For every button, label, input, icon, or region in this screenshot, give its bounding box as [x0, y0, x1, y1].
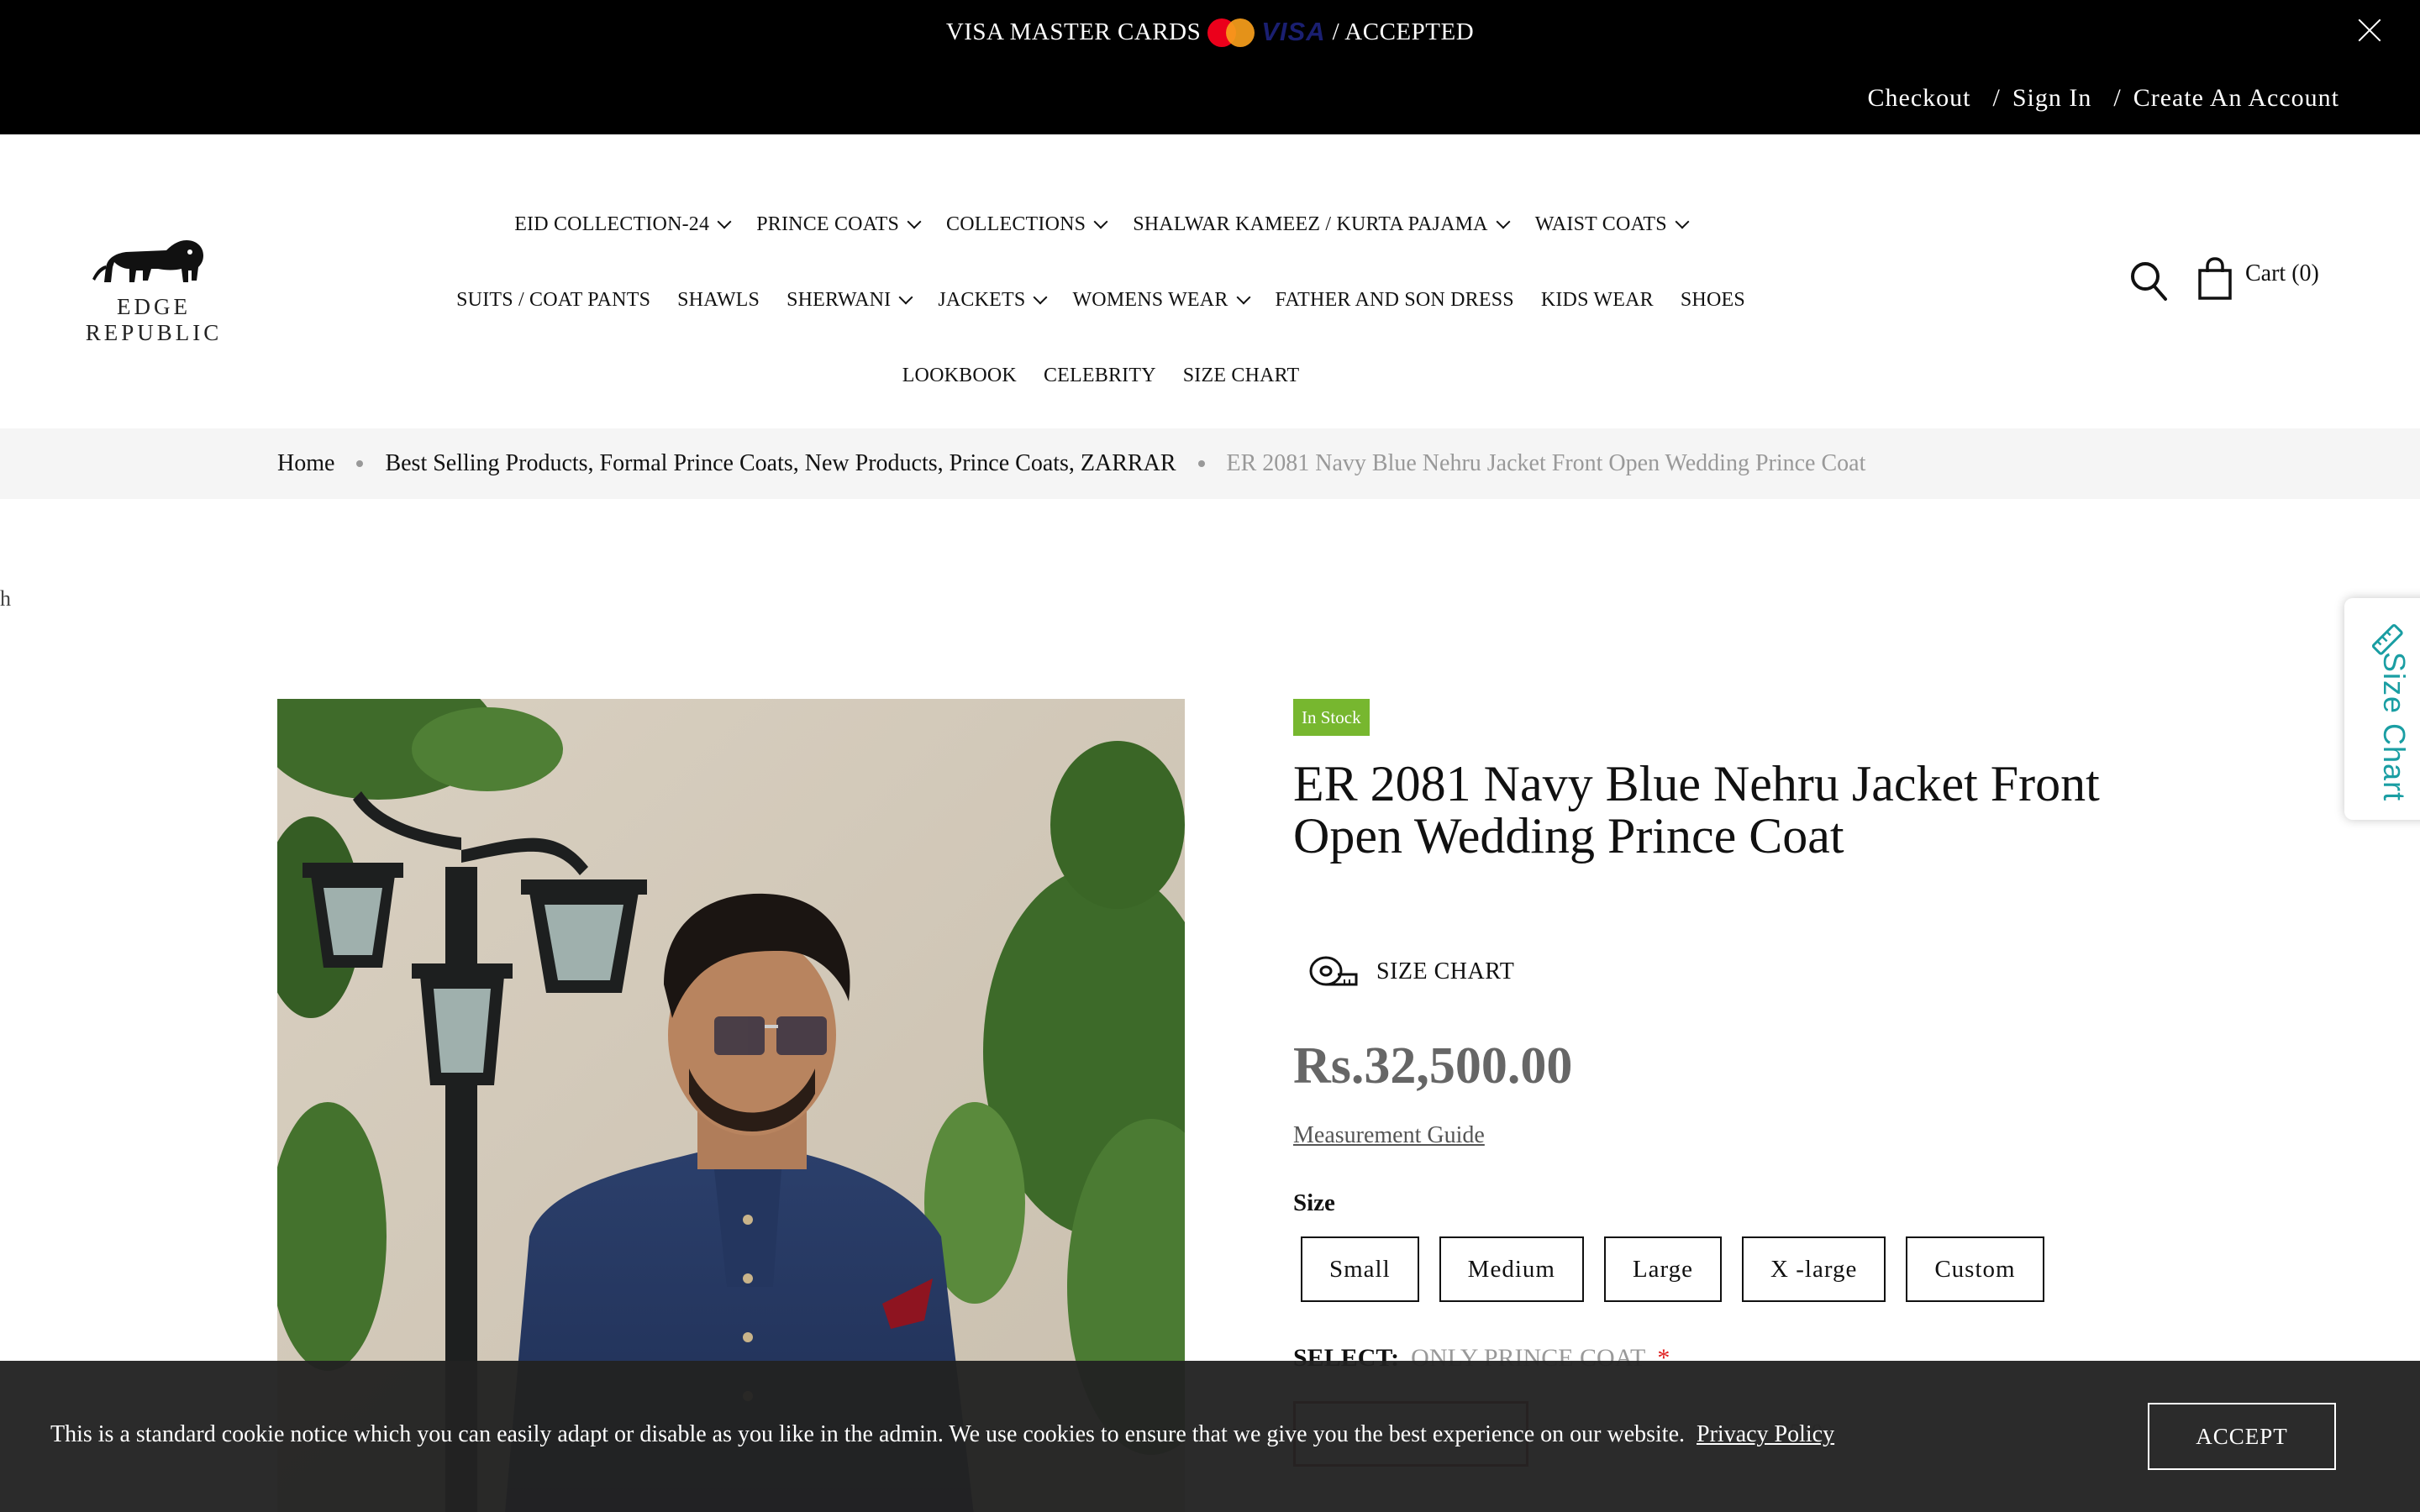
- mastercard-icon: [1207, 17, 1255, 47]
- nav-label: EID COLLECTION-24: [514, 213, 710, 235]
- chevron-down-icon: [717, 214, 732, 229]
- nav-item-kids-wear[interactable]: KIDS WEAR: [1541, 289, 1654, 312]
- nav-label: CELEBRITY: [1043, 364, 1156, 386]
- nav-label: SHALWAR KAMEEZ / KURTA PAJAMA: [1133, 213, 1488, 235]
- link-separator: /: [1992, 84, 2001, 112]
- breadcrumb-current: ER 2081 Navy Blue Nehru Jacket Front Ope…: [1226, 450, 1866, 476]
- visa-logo: VISA: [1261, 17, 1326, 46]
- nav-label: KIDS WEAR: [1540, 288, 1654, 311]
- breadcrumb-separator: [356, 460, 364, 467]
- size-options: Small Medium Large X -large Custom: [1301, 1236, 2044, 1302]
- nav-label: COLLECTIONS: [946, 213, 1086, 235]
- nav-item-celebrity[interactable]: CELEBRITY: [1044, 365, 1156, 387]
- cookie-notice: This is a standard cookie notice which y…: [0, 1361, 2420, 1512]
- measurement-guide-link[interactable]: Measurement Guide: [1293, 1122, 1485, 1149]
- nav-item-father-son-dress[interactable]: FATHER AND SON DRESS: [1276, 289, 1514, 312]
- nav-label: SUITS / COAT PANTS: [456, 288, 651, 311]
- cart-button[interactable]: Cart (0): [2196, 257, 2319, 301]
- chevron-down-icon: [1093, 214, 1108, 229]
- close-icon[interactable]: [2354, 15, 2385, 45]
- nav-label: SIZE CHART: [1182, 364, 1300, 386]
- nav-label: SHOES: [1680, 288, 1745, 311]
- link-separator: /: [2113, 84, 2122, 112]
- size-chart-button[interactable]: SIZE CHART: [1307, 951, 1514, 993]
- nav-item-prince-coats[interactable]: PRINCE COATS: [756, 213, 922, 236]
- nav-item-collections[interactable]: COLLECTIONS: [946, 213, 1108, 236]
- lion-logo: [92, 240, 203, 282]
- nav-label: JACKETS: [938, 288, 1026, 311]
- chevron-down-icon: [1675, 214, 1690, 229]
- nav-label: SHAWLS: [677, 288, 760, 311]
- nav-item-sherwani[interactable]: SHERWANI: [786, 288, 913, 312]
- nav-row-1: EID COLLECTION-24 PRINCE COATS COLLECTIO…: [420, 186, 1781, 262]
- nav-item-eid-collection[interactable]: EID COLLECTION-24: [514, 213, 732, 236]
- shopping-bag-icon: [2198, 257, 2232, 300]
- nav-item-shalwar-kameez[interactable]: SHALWAR KAMEEZ / KURTA PAJAMA: [1133, 213, 1511, 236]
- site-header: EDGE REPUBLIC EID COLLECTION-24 PRINCE C…: [0, 134, 2420, 428]
- chevron-down-icon: [1033, 290, 1048, 305]
- size-option-x-large[interactable]: X -large: [1742, 1236, 1886, 1302]
- nav-item-shawls[interactable]: SHAWLS: [677, 289, 760, 312]
- sign-in-link[interactable]: Sign In: [2012, 84, 2092, 113]
- size-option-custom[interactable]: Custom: [1906, 1236, 2044, 1302]
- checkout-link[interactable]: Checkout: [1868, 84, 1971, 113]
- nav-label: WOMENS WEAR: [1072, 288, 1228, 311]
- product-price: Rs.32,500.00: [1293, 1037, 1573, 1095]
- size-label: Size: [1293, 1189, 1335, 1216]
- payment-promo: VISA MASTER CARDS VISA / ACCEPTED: [0, 17, 2420, 47]
- measuring-tape-icon: [1309, 956, 1358, 986]
- breadcrumb-home[interactable]: Home: [277, 450, 334, 477]
- cart-label: Cart (0): [2245, 260, 2319, 286]
- chevron-down-icon: [1236, 290, 1251, 305]
- nav-label: FATHER AND SON DRESS: [1275, 288, 1514, 311]
- nav-label: PRINCE COATS: [756, 213, 899, 235]
- main-navigation: EID COLLECTION-24 PRINCE COATS COLLECTIO…: [420, 186, 1781, 413]
- nav-label: WAIST COATS: [1534, 213, 1667, 235]
- nav-label: SHERWANI: [786, 288, 892, 311]
- breadcrumb-categories[interactable]: Best Selling Products, Formal Prince Coa…: [385, 450, 1176, 477]
- nav-item-womens-wear[interactable]: WOMENS WEAR: [1072, 288, 1251, 312]
- promo-text-left: VISA MASTER CARDS: [945, 18, 1202, 45]
- size-chart-label: SIZE CHART: [1376, 958, 1515, 984]
- nav-label: LOOKBOOK: [902, 364, 1017, 386]
- nav-item-jackets[interactable]: JACKETS: [938, 288, 1048, 312]
- size-option-small[interactable]: Small: [1301, 1236, 1419, 1302]
- cookie-text: This is a standard cookie notice which y…: [50, 1421, 1686, 1447]
- breadcrumb-separator: [1197, 460, 1205, 467]
- stock-badge: In Stock: [1293, 699, 1370, 736]
- size-option-large[interactable]: Large: [1603, 1236, 1723, 1302]
- nav-item-lookbook[interactable]: LOOKBOOK: [902, 365, 1017, 387]
- nav-row-2: SUITS / COAT PANTS SHAWLS SHERWANI JACKE…: [420, 262, 1781, 338]
- top-announcement-bar: VISA MASTER CARDS VISA / ACCEPTED Checko…: [0, 0, 2420, 134]
- create-account-link[interactable]: Create An Account: [2133, 84, 2339, 113]
- nav-item-waist-coats[interactable]: WAIST COATS: [1534, 213, 1690, 236]
- accept-cookies-button[interactable]: ACCEPT: [2148, 1403, 2336, 1470]
- nav-row-3: LOOKBOOK CELEBRITY SIZE CHART: [420, 338, 1781, 413]
- breadcrumb: Home Best Selling Products, Formal Princ…: [0, 428, 2420, 499]
- product-title: ER 2081 Navy Blue Nehru Jacket Front Ope…: [1293, 756, 2100, 864]
- size-option-medium[interactable]: Medium: [1439, 1236, 1584, 1302]
- chevron-down-icon: [907, 214, 922, 229]
- brand-name: EDGE REPUBLIC: [85, 294, 223, 345]
- floating-size-chart-tab[interactable]: Size Chart: [2344, 598, 2420, 820]
- promo-text-right: / ACCEPTED: [1332, 18, 1475, 45]
- cookie-text-wrap: This is a standard cookie notice which y…: [50, 1421, 1834, 1448]
- stray-text: h: [0, 586, 11, 611]
- nav-item-suits[interactable]: SUITS / COAT PANTS: [456, 289, 650, 312]
- floating-tab-label: Size Chart: [2377, 652, 2412, 802]
- nav-item-shoes[interactable]: SHOES: [1681, 289, 1745, 312]
- chevron-down-icon: [898, 290, 913, 305]
- privacy-policy-link[interactable]: Privacy Policy: [1697, 1421, 1834, 1447]
- nav-item-size-chart[interactable]: SIZE CHART: [1183, 365, 1300, 387]
- search-icon[interactable]: [2129, 260, 2168, 302]
- brand-logo[interactable]: EDGE REPUBLIC: [49, 234, 259, 345]
- chevron-down-icon: [1496, 214, 1511, 229]
- account-links: Checkout / Sign In / Create An Account: [1868, 84, 2339, 113]
